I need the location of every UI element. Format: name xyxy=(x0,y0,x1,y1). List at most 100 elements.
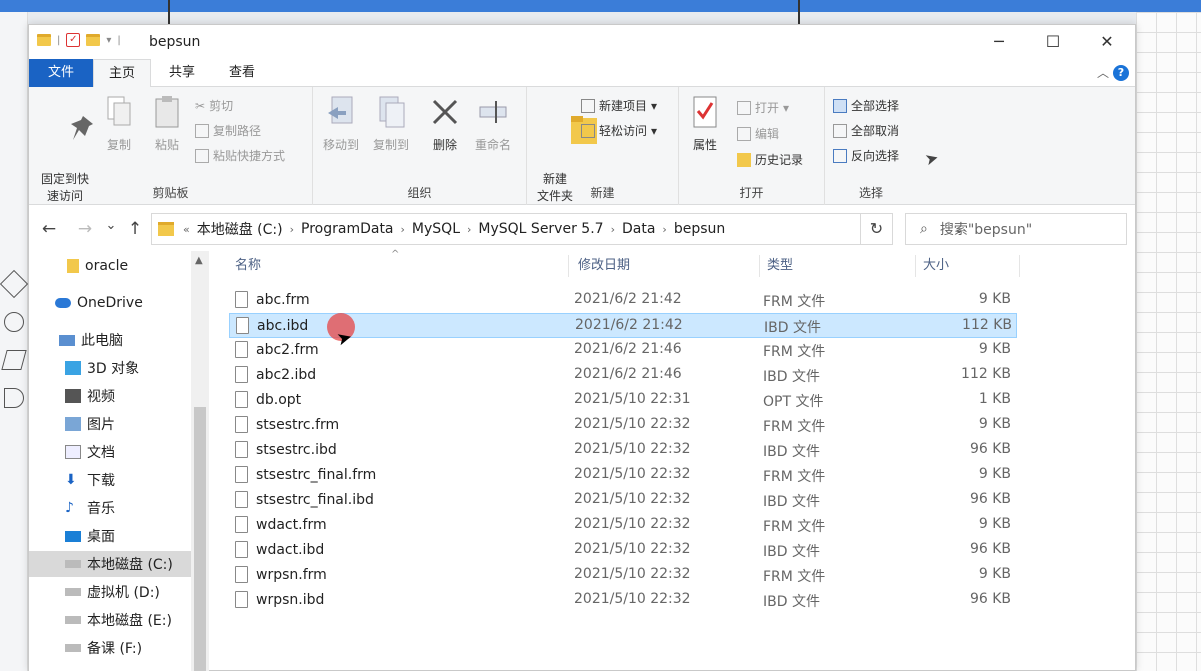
cut-button[interactable]: ✂ 剪切 xyxy=(195,97,233,115)
breadcrumb-drive[interactable]: 本地磁盘 (C:) xyxy=(193,219,287,239)
navigation-scrollbar[interactable]: ▲ xyxy=(191,251,209,671)
sidebar-item-drive-c[interactable]: 本地磁盘 (C:) xyxy=(29,551,191,577)
sidebar-item-desktop[interactable]: 桌面 xyxy=(29,523,191,549)
file-row[interactable]: db.opt 2021/5/10 22:31 OPT 文件 1 KB xyxy=(229,388,1017,413)
new-item-button[interactable]: 新建项目 ▾ xyxy=(581,97,657,115)
rename-button[interactable]: 重命名 xyxy=(469,91,517,154)
sidebar-item-label: 文档 xyxy=(87,445,115,461)
select-none-label: 全部取消 xyxy=(851,124,900,138)
back-arrow-icon[interactable]: ← xyxy=(39,219,59,239)
search-box[interactable]: ⌕ 搜索"bepsun" xyxy=(905,213,1127,245)
open-label: 打开 xyxy=(755,101,780,115)
sidebar-item-label: 下载 xyxy=(87,473,115,489)
copy-path-button[interactable]: 复制路径 xyxy=(195,122,261,140)
breadcrumb-mysql-server[interactable]: MySQL Server 5.7 xyxy=(474,221,607,237)
file-size: 96 KB xyxy=(969,591,1011,607)
sidebar-item-drive-e[interactable]: 本地磁盘 (E:) xyxy=(29,607,191,633)
sidebar-item-onedrive[interactable]: OneDrive xyxy=(29,290,191,316)
sidebar-item-music[interactable]: ♪ 音乐 xyxy=(29,495,191,521)
copy-to-label: 复制到 xyxy=(372,138,409,152)
sidebar-item-drive-f[interactable]: 备课 (F:) xyxy=(29,635,191,661)
column-divider[interactable] xyxy=(568,255,569,277)
file-type: FRM 文件 xyxy=(763,344,826,360)
file-row[interactable]: wrpsn.ibd 2021/5/10 22:32 IBD 文件 96 KB xyxy=(229,588,1017,613)
edit-label: 编辑 xyxy=(755,127,780,141)
picture-icon xyxy=(65,417,81,431)
sidebar-item-label: 此电脑 xyxy=(81,333,123,349)
file-row[interactable]: wdact.frm 2021/5/10 22:32 FRM 文件 9 KB xyxy=(229,513,1017,538)
file-row[interactable]: wdact.ibd 2021/5/10 22:32 IBD 文件 96 KB xyxy=(229,538,1017,563)
file-row[interactable]: stsestrc_final.ibd 2021/5/10 22:32 IBD 文件 9… xyxy=(229,488,1017,513)
tab-view[interactable]: 查看 xyxy=(219,59,265,87)
column-divider[interactable] xyxy=(1019,255,1020,277)
breadcrumb-overflow-icon[interactable]: « xyxy=(180,223,193,236)
help-icon[interactable]: ? xyxy=(1113,65,1129,81)
file-row[interactable]: abc.frm 2021/6/2 21:42 FRM 文件 9 KB xyxy=(229,288,1017,313)
address-bar[interactable]: « 本地磁盘 (C:) › ProgramData › MySQL › MySQ… xyxy=(151,213,964,245)
sidebar-item-drive-d[interactable]: 虚拟机 (D:) xyxy=(29,579,191,605)
new-folder-icon[interactable] xyxy=(86,34,101,46)
breadcrumb-data[interactable]: Data xyxy=(618,221,659,237)
select-all-icon xyxy=(833,99,847,113)
breadcrumb-programdata[interactable]: ProgramData xyxy=(297,221,398,237)
qat-dropdown-icon[interactable]: ▾ xyxy=(106,35,111,46)
sidebar-item-documents[interactable]: 文档 xyxy=(29,439,191,465)
column-header-name[interactable]: 名称 xyxy=(235,251,261,281)
minimize-button[interactable]: ─ xyxy=(979,31,1019,53)
file-row[interactable]: stsestrc.frm 2021/5/10 22:32 FRM 文件 9 KB xyxy=(229,413,1017,438)
delete-button[interactable]: 删除 xyxy=(425,91,465,154)
column-header-size[interactable]: 大小 xyxy=(923,251,949,281)
edit-button[interactable]: 编辑 xyxy=(737,125,779,143)
tab-share[interactable]: 共享 xyxy=(159,59,205,87)
recent-locations-icon[interactable]: ⌄ xyxy=(101,218,121,233)
file-row[interactable]: stsestrc_final.frm 2021/5/10 22:32 FRM 文件 9… xyxy=(229,463,1017,488)
chevron-right-icon[interactable]: › xyxy=(398,223,408,236)
qat-separator: | xyxy=(117,34,121,46)
refresh-button[interactable]: ↻ xyxy=(861,213,893,245)
tab-home[interactable]: 主页 xyxy=(93,59,151,87)
breadcrumb-bepsun[interactable]: bepsun xyxy=(670,221,729,237)
column-header-modified[interactable]: 修改日期 xyxy=(578,251,630,281)
copy-button[interactable]: 复制 xyxy=(101,91,137,154)
column-divider[interactable] xyxy=(915,255,916,277)
download-icon: ⬇ xyxy=(65,472,77,488)
maximize-button[interactable]: ☐ xyxy=(1033,31,1073,53)
sidebar-item-videos[interactable]: 视频 xyxy=(29,383,191,409)
chevron-right-icon[interactable]: › xyxy=(464,223,474,236)
sidebar-item-pictures[interactable]: 图片 xyxy=(29,411,191,437)
breadcrumb-mysql[interactable]: MySQL xyxy=(408,221,464,237)
select-none-button[interactable]: 全部取消 xyxy=(833,122,899,140)
file-row[interactable]: stsestrc.ibd 2021/5/10 22:32 IBD 文件 96 KB xyxy=(229,438,1017,463)
open-button[interactable]: 打开 ▾ xyxy=(737,99,789,117)
paste-shortcut-button[interactable]: 粘贴快捷方式 xyxy=(195,147,285,165)
move-to-button[interactable]: 移动到 xyxy=(317,91,365,154)
sidebar-item-downloads[interactable]: ⬇ 下载 xyxy=(29,467,191,493)
scrollbar-thumb[interactable] xyxy=(194,407,206,671)
file-row[interactable]: abc2.ibd 2021/6/2 21:46 IBD 文件 112 KB xyxy=(229,363,1017,388)
up-arrow-icon[interactable]: ↑ xyxy=(125,219,145,239)
column-header-type[interactable]: 类型 xyxy=(767,251,793,281)
invert-selection-button[interactable]: 反向选择 xyxy=(833,147,899,165)
chevron-right-icon[interactable]: › xyxy=(659,223,669,236)
history-button[interactable]: 历史记录 xyxy=(737,151,803,169)
scroll-up-icon[interactable]: ▲ xyxy=(195,255,203,266)
column-divider[interactable] xyxy=(759,255,760,277)
sidebar-item-oracle[interactable]: oracle xyxy=(29,253,191,279)
paste-button[interactable]: 粘贴 xyxy=(149,91,185,154)
easy-access-button[interactable]: 轻松访问 ▾ xyxy=(581,122,657,140)
sidebar-item-3d-objects[interactable]: 3D 对象 xyxy=(29,355,191,381)
file-row[interactable]: wrpsn.frm 2021/5/10 22:32 FRM 文件 9 KB xyxy=(229,563,1017,588)
scissors-icon: ✂ xyxy=(195,99,206,113)
collapse-ribbon-icon[interactable]: ︿ xyxy=(1097,64,1109,81)
properties-button[interactable]: 属性 xyxy=(685,91,725,154)
forward-arrow-icon[interactable]: → xyxy=(75,219,95,239)
properties-check-icon[interactable]: ✓ xyxy=(66,33,81,47)
sidebar-item-this-pc[interactable]: 此电脑 xyxy=(29,327,191,353)
tab-file[interactable]: 文件 xyxy=(29,59,93,87)
copy-to-button[interactable]: 复制到 xyxy=(367,91,415,154)
chevron-right-icon[interactable]: › xyxy=(608,223,618,236)
chevron-right-icon[interactable]: › xyxy=(287,223,297,236)
select-all-button[interactable]: 全部选择 xyxy=(833,97,899,115)
close-button[interactable]: ✕ xyxy=(1087,31,1127,53)
sidebar-item-label: oracle xyxy=(85,258,129,274)
